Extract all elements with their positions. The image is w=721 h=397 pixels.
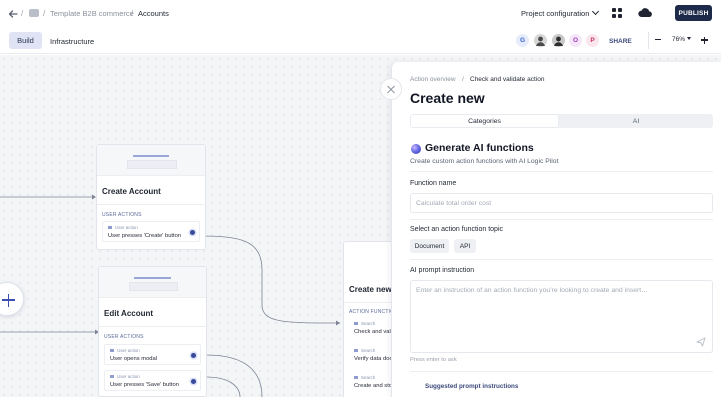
divider [410, 371, 713, 372]
breadcrumb-project[interactable]: Template B2B commerce [50, 9, 134, 18]
cloud-icon[interactable] [638, 7, 652, 18]
avatar-o[interactable]: O [569, 34, 582, 47]
divider [97, 204, 207, 205]
segmented-control: Categories AI [410, 114, 713, 128]
generate-subtitle: Create custom action functions with AI L… [410, 158, 559, 165]
generate-title: Generate AI functions [425, 142, 534, 154]
project-configuration-dropdown[interactable]: Project configuration [521, 7, 600, 18]
connector-handle[interactable] [191, 353, 196, 358]
user-photo-icon [536, 36, 545, 46]
function-name-input[interactable]: Calculate total order cost [410, 193, 713, 213]
action-text: Create and stor [354, 383, 394, 389]
action-row[interactable]: User action User presses 'Save' button [104, 370, 201, 391]
prompt-placeholder: Enter an instruction of an action functi… [416, 287, 648, 294]
apps-grid-icon[interactable] [612, 8, 622, 18]
panel-breadcrumb-parent[interactable]: Action overview [410, 76, 456, 83]
avatar-p[interactable]: P [586, 34, 599, 47]
tab-build[interactable]: Build [9, 32, 42, 49]
node-preview [99, 267, 206, 298]
close-panel-button[interactable] [380, 78, 402, 100]
zoom-in-icon[interactable] [701, 36, 709, 44]
connector-handle[interactable] [190, 230, 195, 235]
action-text: User presses 'Save' button [110, 382, 179, 388]
node-create-account[interactable]: Create Account USER ACTIONS User action … [96, 144, 207, 250]
zoom-level: 76% [672, 36, 686, 43]
breadcrumb-separator: / [21, 9, 24, 18]
action-tag: User action [108, 225, 138, 230]
topic-chip-api[interactable]: API [454, 239, 476, 253]
project-configuration-label: Project configuration [521, 9, 590, 18]
avatar-photo[interactable] [552, 34, 565, 47]
zoom-out-icon[interactable] [655, 39, 661, 41]
share-button[interactable]: SHARE [609, 38, 632, 45]
breadcrumb-separator: / [43, 9, 46, 18]
action-text: Verify data doc [354, 356, 393, 362]
prompt-textarea[interactable]: Enter an instruction of an action functi… [410, 280, 713, 353]
divider [99, 326, 208, 327]
node-preview [97, 145, 205, 176]
topic-chip-document[interactable]: Document [410, 239, 449, 253]
breadcrumb-separator: / [131, 9, 134, 18]
action-row[interactable]: User action User presses 'Create' button [102, 221, 200, 242]
action-row[interactable]: User action User opens modal [104, 344, 201, 365]
action-tag: User action [110, 348, 140, 353]
node-section-label: USER ACTIONS [102, 212, 142, 218]
action-tag: Search [354, 348, 375, 353]
action-text: User presses 'Create' button [108, 233, 182, 239]
tab-infrastructure[interactable]: Infrastructure [50, 37, 94, 46]
divider [410, 259, 713, 260]
function-name-placeholder: Calculate total order cost [416, 200, 492, 207]
top-bar: / / Template B2B commerce / Accounts Pro… [0, 0, 721, 28]
function-name-label: Function name [410, 180, 457, 187]
suggested-prompts-link[interactable]: Suggested prompt instructions [425, 383, 518, 390]
node-title: Create Account [102, 187, 161, 196]
node-section-label: USER ACTIONS [104, 334, 144, 340]
breadcrumb-separator: / [462, 76, 464, 83]
divider [410, 171, 713, 172]
action-tag: Search [354, 375, 375, 380]
prompt-hint: Press enter to ask [410, 357, 457, 363]
node-edit-account[interactable]: Edit Account USER ACTIONS User action Us… [98, 266, 208, 397]
caret-down-icon [687, 37, 692, 40]
user-photo-icon [554, 36, 563, 46]
ai-orb-icon [411, 144, 421, 154]
workspace-toolbar: Build Infrastructure G O P SHARE 76% [0, 28, 721, 54]
node-title: Create new [349, 285, 392, 294]
avatar-g[interactable]: G [516, 34, 529, 47]
segment-ai[interactable]: AI [562, 115, 710, 127]
topic-label: Select an action function topic [410, 226, 504, 233]
connector-handle[interactable] [191, 379, 196, 384]
action-tag: Search [354, 321, 375, 326]
segment-categories[interactable]: Categories [411, 115, 558, 127]
avatar-photo[interactable] [534, 34, 547, 47]
create-function-panel: Action overview / Check and validate act… [391, 62, 721, 397]
action-text: Check and vali [354, 329, 393, 335]
action-text: User opens modal [110, 356, 158, 362]
zoom-level-dropdown[interactable]: 76% [672, 36, 692, 43]
chevron-down-icon [592, 7, 600, 16]
divider [410, 219, 713, 220]
panel-breadcrumb-current: Check and validate action [470, 76, 545, 83]
panel-title: Create new [410, 90, 485, 106]
back-arrow-icon[interactable] [8, 9, 18, 19]
action-tag: User action [110, 374, 140, 379]
publish-button[interactable]: PUBLISH [675, 5, 712, 21]
breadcrumb-current: Accounts [138, 9, 169, 18]
zoom-control: 76% [648, 32, 714, 49]
node-title: Edit Account [104, 309, 154, 318]
send-icon[interactable] [696, 337, 706, 347]
project-icon [29, 9, 39, 17]
prompt-label: AI prompt instruction [410, 267, 475, 274]
